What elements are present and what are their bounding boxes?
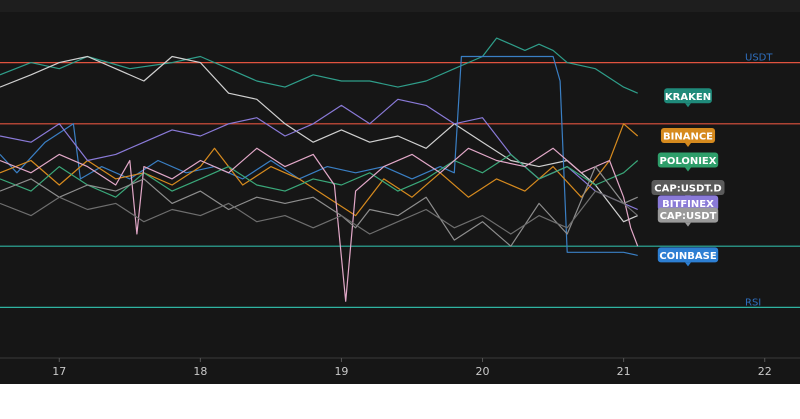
x-tick-label: 20 <box>476 365 490 378</box>
series-badge[interactable]: COINBASE <box>657 247 719 267</box>
badge-pointer <box>685 262 691 267</box>
badge-label: COINBASE <box>659 251 716 262</box>
x-tick-label: 18 <box>193 365 207 378</box>
reference-line-label: RSI <box>745 297 761 308</box>
badge-pointer <box>685 222 691 227</box>
series-badge[interactable]: BINANCE <box>660 128 716 148</box>
x-tick-label: 19 <box>334 365 348 378</box>
badge-pointer <box>685 103 691 108</box>
series-badge[interactable]: KRAKEN <box>664 88 712 108</box>
series-line[interactable] <box>0 55 638 223</box>
badge-label: CAP:USDT.D <box>654 184 721 195</box>
chart-area[interactable]: USDT RSI 17 18 19 20 21 22 KRAKEN BINANCE POLONIEX… <box>0 0 800 384</box>
multi-line-chart[interactable]: USDT RSI 17 18 19 20 21 22 KRAKEN BINANCE POLONIEX… <box>0 0 800 384</box>
series-line[interactable] <box>0 37 638 94</box>
series-line[interactable] <box>0 190 639 235</box>
x-tick-label: 17 <box>52 365 66 378</box>
badge-label: CAP:USDT <box>660 211 717 222</box>
series-line[interactable] <box>0 98 638 211</box>
badge-label: KRAKEN <box>665 92 711 103</box>
series-badge[interactable]: CAP:USDT <box>657 207 719 227</box>
reference-line-label: USDT <box>745 53 773 64</box>
badge-label: BINANCE <box>663 132 713 143</box>
x-tick-label: 22 <box>758 365 772 378</box>
series-badge[interactable]: POLONIEX <box>657 152 719 172</box>
series-line[interactable] <box>0 166 638 247</box>
badge-pointer <box>685 143 691 148</box>
badge-label: POLONIEX <box>660 156 717 167</box>
badge-pointer <box>685 167 691 172</box>
x-tick-label: 21 <box>617 365 631 378</box>
